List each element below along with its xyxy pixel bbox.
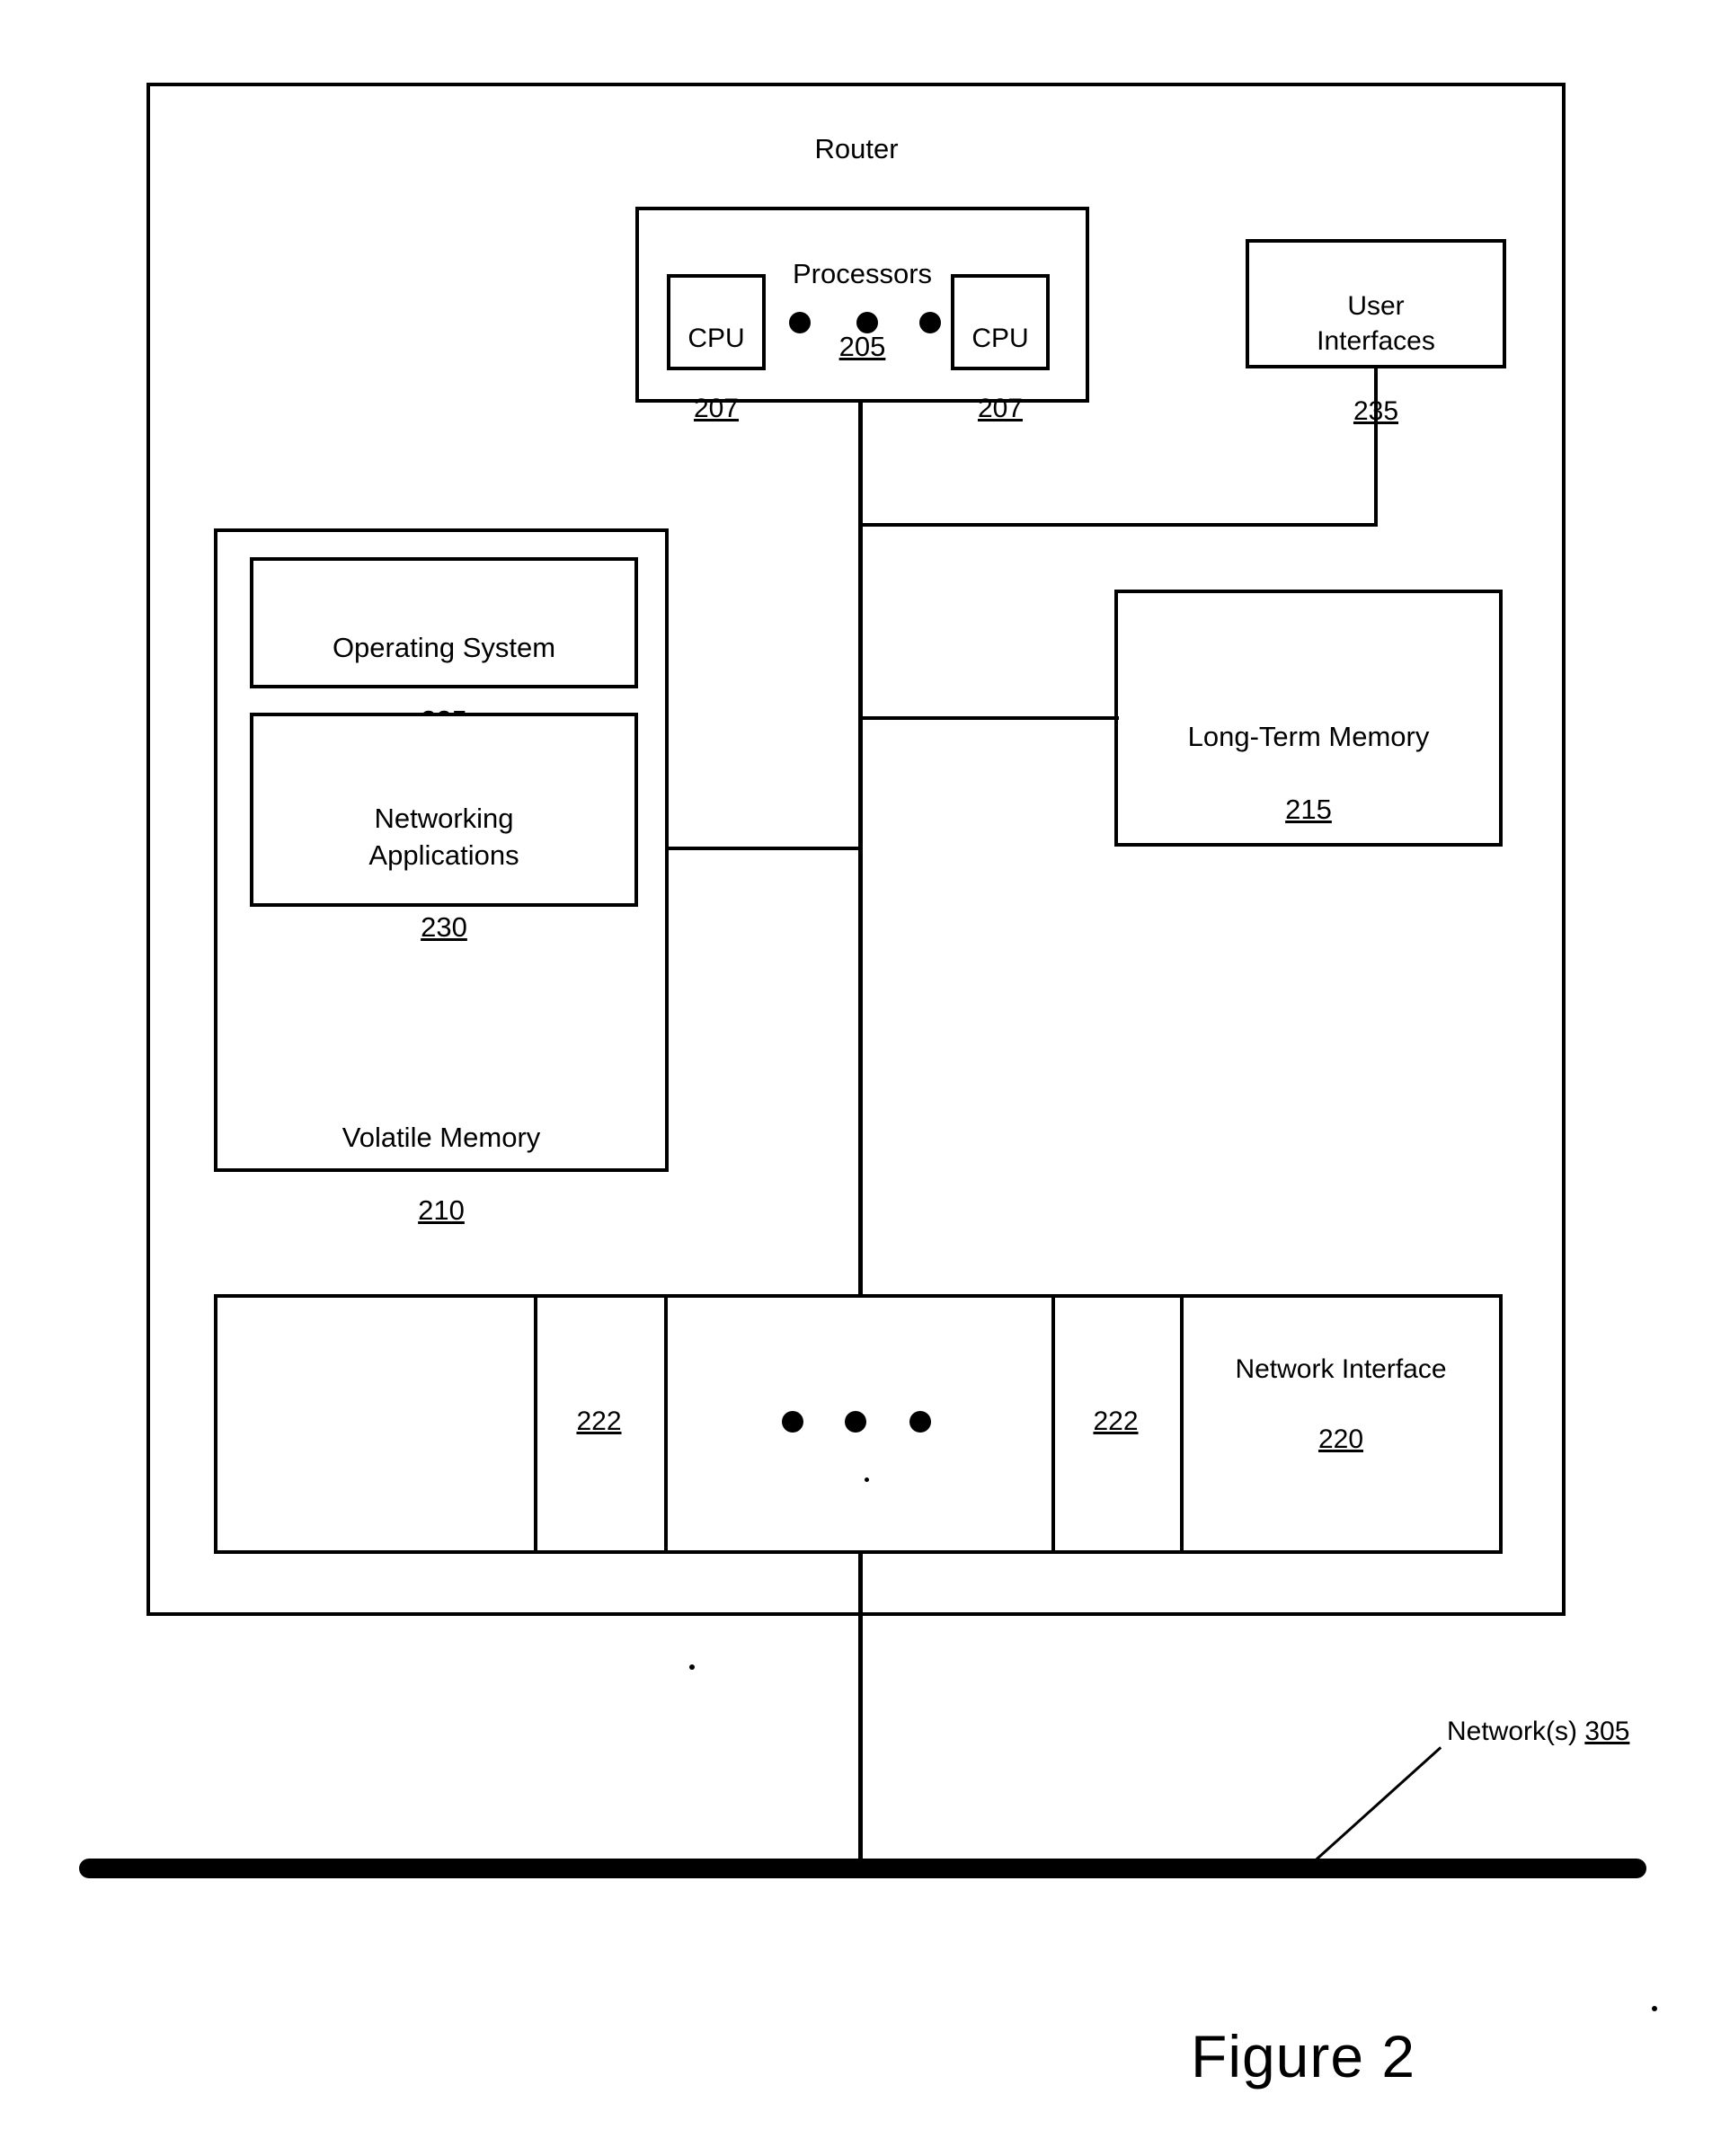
user-interfaces-connector-horizontal <box>858 523 1378 527</box>
networking-applications-title: Networking Applications <box>368 803 519 871</box>
long-term-memory-title: Long-Term Memory <box>1187 721 1430 753</box>
operating-system-title: Operating System <box>332 632 556 664</box>
networking-applications-ref: 230 <box>421 911 467 944</box>
volatile-memory-title: Volatile Memory <box>342 1122 541 1154</box>
network-interface-port-ref-1: 222 <box>576 1406 622 1436</box>
scan-speck-upper <box>689 1664 695 1670</box>
long-term-memory-connector <box>858 716 1119 720</box>
user-interfaces-title: User Interfaces <box>1317 291 1435 356</box>
network-label-block: Network(s) 305 <box>1447 1717 1629 1747</box>
processors-ellipsis-dot-3 <box>919 312 941 333</box>
network-ref: 305 <box>1584 1717 1630 1746</box>
figure-caption: Figure 2 <box>1191 2023 1416 2089</box>
long-term-memory-label-block: Long-Term Memory 215 <box>1114 683 1503 864</box>
volatile-memory-connector <box>665 847 862 850</box>
cpu-title-2: CPU <box>971 324 1029 353</box>
processors-ellipsis-dot-1 <box>789 312 811 333</box>
network-interface-ellipsis-dot-1 <box>782 1411 803 1433</box>
processors-ellipsis-dot-2 <box>856 312 878 333</box>
figure-page: Router 200 Processors 205 CPU 207 CPU 20… <box>0 0 1721 2156</box>
volatile-memory-ref: 210 <box>418 1193 465 1226</box>
network-interface-ellipsis-dot-3 <box>909 1411 931 1433</box>
cpu-ref-2: 207 <box>977 394 1024 423</box>
network-interface-port-ref-2: 222 <box>1093 1406 1139 1436</box>
cpu-label-block-1: CPU 207 <box>667 286 766 461</box>
user-interfaces-connector-vertical <box>1374 368 1378 526</box>
cpu-title-1: CPU <box>688 324 745 353</box>
network-interface-speck <box>865 1477 869 1482</box>
networking-applications-label-block: Networking Applications 230 <box>250 765 638 982</box>
volatile-memory-label-block: Volatile Memory 210 <box>214 1084 669 1264</box>
long-term-memory-ref: 215 <box>1285 793 1332 825</box>
network-bus-bar <box>79 1859 1646 1878</box>
network-label: Network(s) <box>1447 1717 1585 1746</box>
network-interface-ref: 220 <box>1317 1424 1364 1454</box>
network-leader-line <box>1312 1746 1442 1863</box>
network-interface-ellipsis-dot-2 <box>845 1411 866 1433</box>
scan-speck-lower-right <box>1652 2006 1657 2011</box>
cpu-label-block-2: CPU 207 <box>951 286 1050 461</box>
system-bus-vertical <box>858 401 863 1868</box>
network-interface-label-block: Network Interface 220 <box>1184 1317 1498 1492</box>
network-interface-divider-2 <box>664 1298 668 1550</box>
network-interface-title: Network Interface <box>1235 1354 1447 1384</box>
cpu-ref-1: 207 <box>693 394 740 423</box>
router-title: Router <box>814 133 899 165</box>
